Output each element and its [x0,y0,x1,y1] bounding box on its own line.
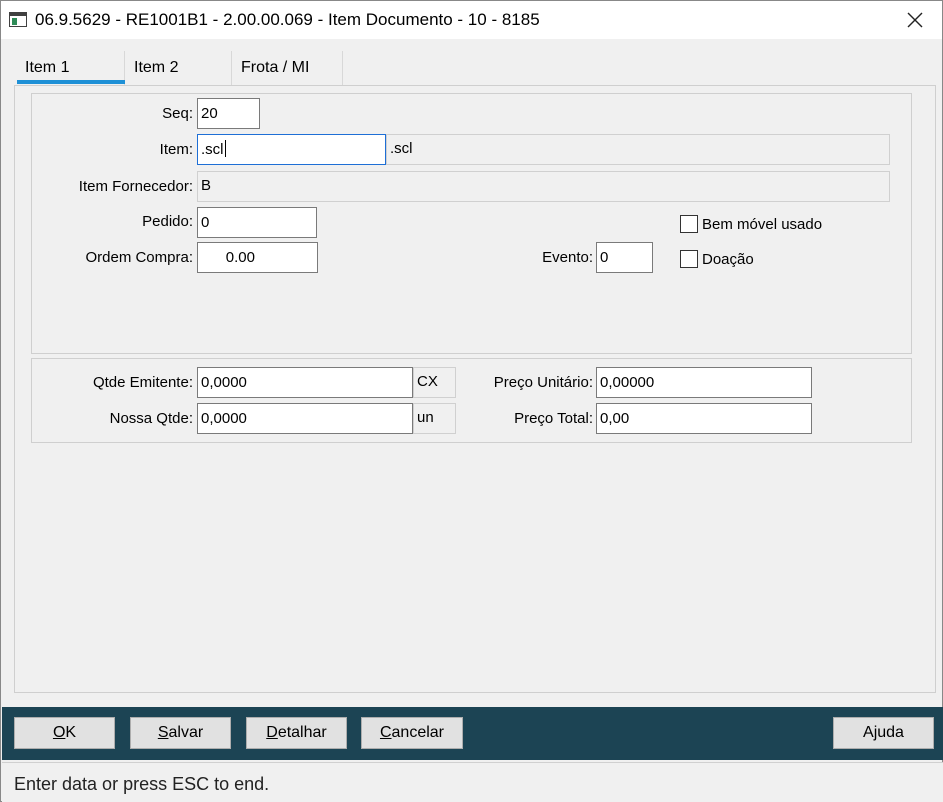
text-caret [224,140,226,157]
item-label: Item: [159,141,193,158]
item-description: .scl [386,134,890,165]
bem-movel-usado-checkbox[interactable]: Bem móvel usado [680,215,822,233]
preco-unitario-input[interactable] [596,367,812,398]
preco-total-label: Preço Total: [514,410,593,427]
seq-input[interactable] [197,98,260,129]
qtde-emitente-unit: CX [413,367,456,398]
close-button[interactable] [898,5,932,35]
qtde-emitente-label: Qtde Emitente: [92,374,193,391]
bem-movel-usado-label: Bem móvel usado [702,215,823,233]
window-title: 06.9.5629 - RE1001B1 - 2.00.00.069 - Ite… [35,10,540,29]
tab-frota-mi[interactable]: Frota / MI [231,51,343,85]
tab-item-2[interactable]: Item 2 [124,51,229,85]
item-fornecedor-field: B [197,171,890,202]
checkbox-box[interactable] [680,250,698,268]
salvar-button[interactable]: Salvar [130,717,231,749]
detalhar-button[interactable]: Detalhar [246,717,347,749]
evento-input[interactable] [596,242,653,273]
evento-label: Evento: [542,249,593,266]
cancelar-button[interactable]: Cancelar [361,717,463,749]
pedido-input[interactable] [197,207,317,238]
status-bar: Enter data or press ESC to end. [2,762,943,802]
ok-button[interactable]: OK [14,717,115,749]
nossa-qtde-label: Nossa Qtde: [109,410,193,427]
nossa-qtde-input[interactable] [197,403,413,434]
app-icon [9,12,27,27]
ajuda-button[interactable]: Ajuda [833,717,934,749]
doacao-checkbox[interactable]: Doação [680,250,754,268]
nossa-qtde-unit: un [413,403,456,434]
status-text: Enter data or press ESC to end. [14,774,270,794]
checkbox-box[interactable] [680,215,698,233]
dialog-window: 06.9.5629 - RE1001B1 - 2.00.00.069 - Ite… [0,0,943,802]
qtde-emitente-input[interactable] [197,367,413,398]
close-icon [907,12,923,28]
preco-unitario-label: Preço Unitário: [493,374,593,391]
ordem-compra-label: Ordem Compra: [85,249,193,266]
preco-total-input[interactable] [596,403,812,434]
item-fornecedor-label: Item Fornecedor: [78,178,193,195]
ordem-compra-input[interactable] [197,242,318,273]
title-bar: 06.9.5629 - RE1001B1 - 2.00.00.069 - Ite… [1,1,942,39]
seq-label: Seq: [162,105,193,122]
active-tab-indicator [17,80,125,84]
button-bar: OK Salvar Detalhar Cancelar Ajuda [2,707,943,760]
pedido-label: Pedido: [142,213,193,230]
item-input[interactable]: .scl [197,134,386,165]
doacao-label: Doação [702,250,754,268]
